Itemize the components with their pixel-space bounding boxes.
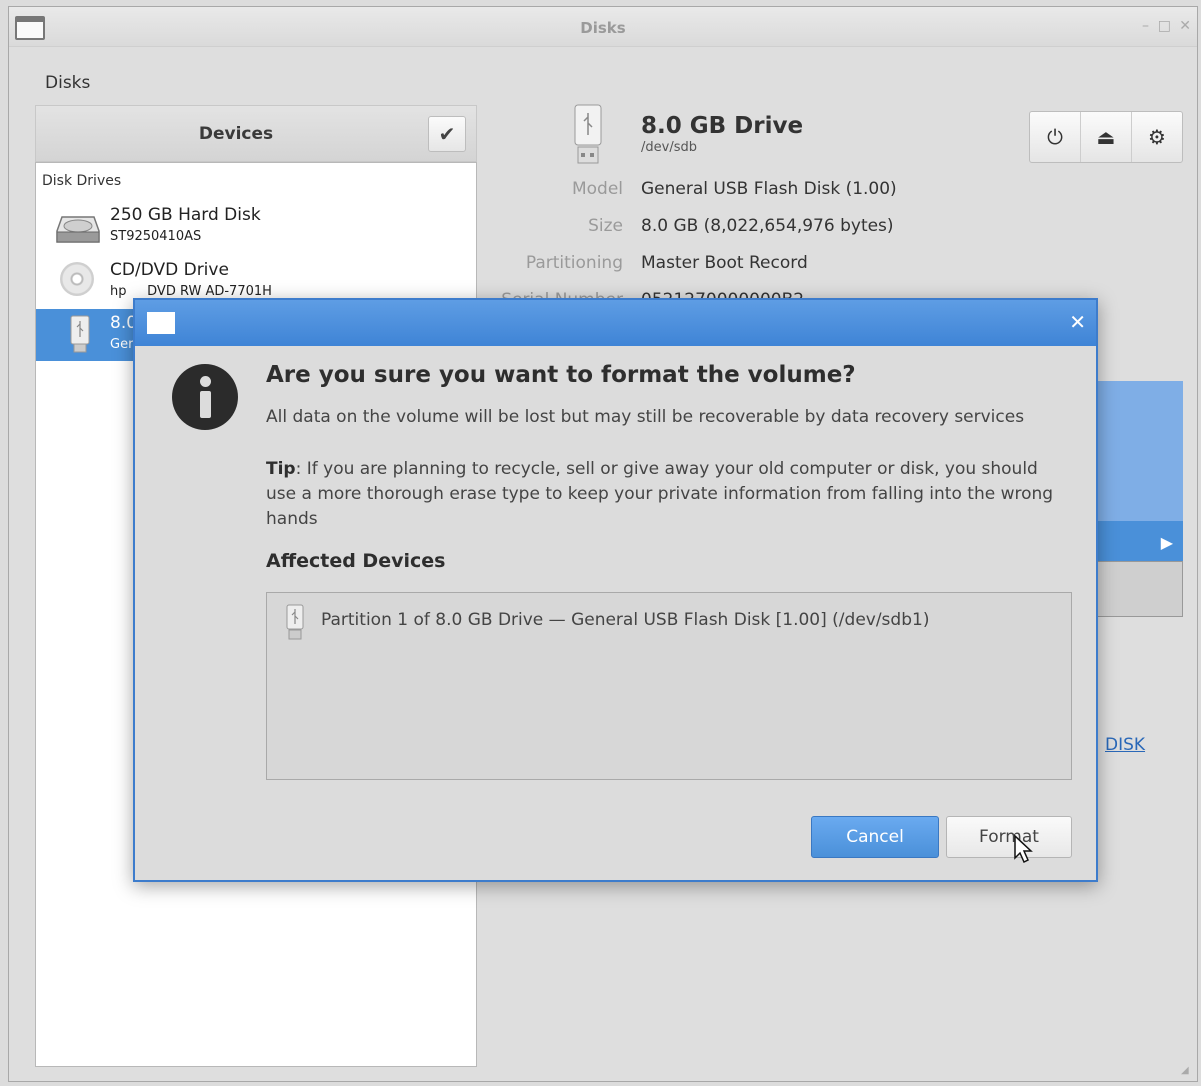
property-key: Size <box>588 216 623 236</box>
tip-text: : If you are planning to recycle, sell o… <box>266 459 1054 529</box>
affected-devices-heading: Affected Devices <box>266 550 446 572</box>
usb-drive-icon <box>70 315 90 353</box>
section-disk-drives: Disk Drives <box>42 173 122 189</box>
property-value: General USB Flash Disk (1.00) <box>641 179 897 199</box>
usb-drive-icon <box>286 604 304 640</box>
property-model: Model General USB Flash Disk (1.00) <box>449 179 1149 203</box>
affected-devices-list: Partition 1 of 8.0 GB Drive — General US… <box>266 592 1072 780</box>
format-confirm-dialog: ✕ Are you sure you want to format the vo… <box>133 298 1098 882</box>
dialog-message: All data on the volume will be lost but … <box>266 407 1025 427</box>
play-arrow-icon: ▶ <box>1160 533 1173 552</box>
device-model: hp DVD RW AD-7701H <box>110 284 272 299</box>
eject-icon: ⏏ <box>1096 125 1116 149</box>
dialog-app-icon <box>147 312 175 334</box>
volume-segment[interactable] <box>1097 561 1183 617</box>
property-size: Size 8.0 GB (8,022,654,976 bytes) <box>449 216 1149 240</box>
gear-icon: ⚙ <box>1148 125 1166 149</box>
devices-header: Devices ✔ <box>35 105 477 162</box>
device-model: ST9250410AS <box>110 229 202 244</box>
maximize-button[interactable]: □ <box>1158 18 1171 34</box>
mouse-cursor-icon <box>1014 834 1033 864</box>
property-value: 8.0 GB (8,022,654,976 bytes) <box>641 216 894 236</box>
device-name: 250 GB Hard Disk <box>110 205 261 225</box>
affected-device-item: Partition 1 of 8.0 GB Drive — General US… <box>321 610 930 630</box>
page-title: Disks <box>45 73 91 93</box>
device-name: CD/DVD Drive <box>110 260 229 280</box>
info-icon <box>172 364 238 430</box>
hard-disk-icon <box>56 216 100 243</box>
usb-drive-large-icon <box>574 104 602 164</box>
minimize-button[interactable]: – <box>1142 18 1149 34</box>
dialog-titlebar[interactable]: ✕ <box>135 300 1096 346</box>
devices-header-label: Devices <box>198 124 274 144</box>
window-title: Disks <box>580 19 626 37</box>
select-mode-button[interactable]: ✔ <box>428 116 466 152</box>
property-key: Model <box>571 179 623 199</box>
dialog-heading: Are you sure you want to format the volu… <box>266 362 856 388</box>
close-window-button[interactable]: ✕ <box>1179 18 1191 34</box>
power-icon: ⏻ <box>1047 125 1063 149</box>
drive-options-button[interactable]: ⚙ <box>1132 112 1182 162</box>
volume-segment-selected[interactable]: ▶ <box>1097 381 1183 561</box>
property-partitioning: Partitioning Master Boot Record <box>449 253 1149 277</box>
drive-name: 8.0 GB Drive <box>641 113 804 139</box>
property-value: Master Boot Record <box>641 253 808 273</box>
format-button[interactable]: Format <box>946 816 1072 858</box>
dialog-close-button[interactable]: ✕ <box>1069 310 1086 334</box>
eject-button[interactable]: ⏏ <box>1081 112 1132 162</box>
power-off-button[interactable]: ⏻ <box>1030 112 1081 162</box>
disk-link[interactable]: DISK <box>1105 735 1145 755</box>
device-model: Ger <box>110 337 134 352</box>
window-titlebar[interactable]: Disks – □ ✕ <box>9 7 1197 47</box>
tip-label: Tip <box>266 459 296 479</box>
property-key: Partitioning <box>525 253 623 273</box>
cancel-button[interactable]: Cancel <box>811 816 939 858</box>
resize-grip-icon[interactable]: ◢ <box>1181 1065 1191 1076</box>
dialog-tip: Tip: If you are planning to recycle, sel… <box>266 457 1066 532</box>
checkmark-icon: ✔ <box>438 122 456 146</box>
device-item-hard-disk[interactable]: 250 GB Hard Disk ST9250410AS <box>36 201 476 253</box>
drive-toolbar: ⏻ ⏏ ⚙ <box>1029 111 1183 163</box>
drive-path: /dev/sdb <box>641 140 697 155</box>
optical-drive-icon <box>60 262 94 296</box>
